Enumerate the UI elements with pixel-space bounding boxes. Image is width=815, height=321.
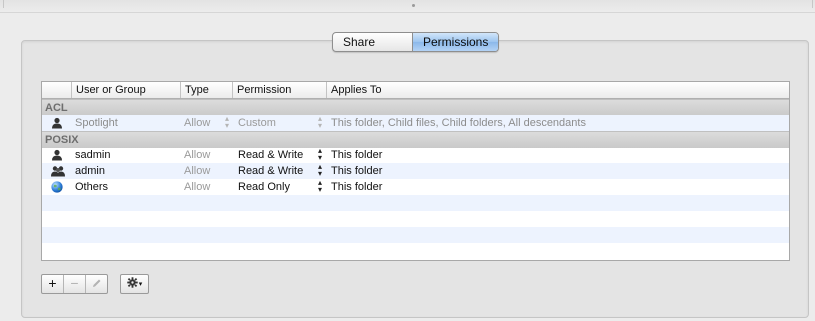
action-menu-button[interactable]: ▾ [120, 274, 149, 294]
permission-value[interactable]: Custom [238, 115, 276, 131]
column-header-type[interactable]: Type [181, 82, 233, 98]
permission-stepper-icon[interactable]: ▴ ▾ [316, 147, 324, 162]
applies-to-value[interactable]: This folder, Child files, Child folders,… [331, 115, 586, 131]
type-value[interactable]: Allow [184, 115, 210, 131]
type-stepper-icon[interactable]: ▴ ▾ [223, 115, 231, 130]
permission-value[interactable]: Read Only [238, 179, 290, 195]
user-name: admin [75, 165, 105, 177]
window-top-edge [0, 0, 815, 13]
applies-to-value: This folder [331, 165, 383, 177]
group-header-posix: POSIX [42, 131, 789, 148]
top-divider [812, 0, 813, 8]
table-row[interactable]: sadmin Allow Read & Write ▴ ▾ This folder [42, 147, 789, 163]
type-value: Allow [184, 181, 211, 193]
tab-share-point[interactable]: Share Point [333, 33, 413, 51]
permissions-table: User or Group Type Permission Applies To… [41, 81, 790, 261]
tab-segmented-control: Share Point Permissions [332, 32, 499, 52]
empty-row [42, 243, 789, 259]
top-divider [3, 0, 4, 8]
permission-stepper-icon[interactable]: ▴ ▾ [316, 179, 324, 194]
user-name: sadmin [75, 149, 111, 161]
applies-to-value: This folder [331, 181, 383, 193]
type-value: Allow [184, 165, 211, 177]
applies-to-value: This folder [331, 149, 383, 161]
user-icon [51, 149, 65, 161]
group-label: POSIX [45, 134, 79, 146]
type-value: Allow [184, 149, 211, 161]
group-label: ACL [45, 102, 68, 114]
permission-value[interactable]: Read & Write [238, 147, 303, 163]
table-row[interactable]: Spotlight Allow ▴ ▾ Custom ▴ ▾ This folder… [42, 115, 789, 131]
user-name: Spotlight [75, 117, 118, 129]
gear-icon [127, 277, 138, 291]
group-icon [51, 165, 65, 177]
add-remove-button-group: + − [41, 274, 108, 294]
column-header-icon [42, 82, 72, 98]
chevron-down-icon: ▾ [138, 280, 143, 288]
empty-row [42, 211, 789, 227]
table-header: User or Group Type Permission Applies To [42, 82, 789, 99]
edit-button[interactable] [86, 275, 107, 293]
empty-row [42, 227, 789, 243]
column-header-applies-to[interactable]: Applies To [327, 82, 789, 98]
split-handle-icon[interactable] [412, 4, 415, 7]
group-header-acl: ACL [42, 99, 789, 116]
user-icon [51, 117, 65, 129]
pencil-icon [91, 276, 102, 292]
permission-value[interactable]: Read & Write [238, 163, 303, 179]
permission-stepper-icon[interactable]: ▴ ▾ [316, 163, 324, 178]
globe-icon [51, 181, 65, 193]
add-button[interactable]: + [42, 275, 64, 293]
empty-row [42, 195, 789, 211]
table-row[interactable]: admin Allow Read & Write ▴ ▾ This folder [42, 163, 789, 179]
user-name: Others [75, 181, 109, 193]
tab-permissions[interactable]: Permissions [413, 33, 498, 51]
remove-button[interactable]: − [64, 275, 86, 293]
column-header-permission[interactable]: Permission [233, 82, 327, 98]
permission-stepper-icon[interactable]: ▴ ▾ [316, 115, 324, 130]
column-header-user-or-group[interactable]: User or Group [72, 82, 181, 98]
table-row[interactable]: Others Allow Read Only ▴ ▾ This folder [42, 179, 789, 195]
